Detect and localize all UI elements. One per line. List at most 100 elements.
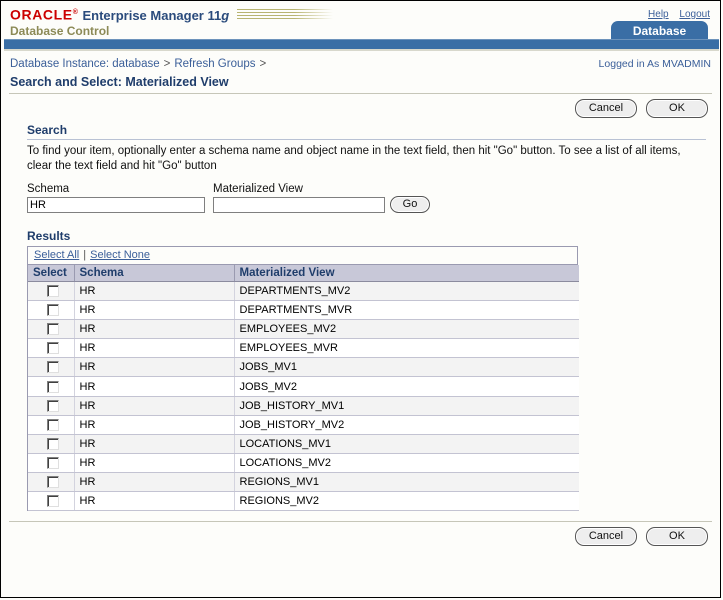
main-content: Search To find your item, optionally ent… [1,123,720,512]
column-header-materialized-view: Materialized View [234,265,579,282]
page-title: Search and Select: Materialized View [10,75,229,89]
schema-input[interactable] [27,197,205,213]
cell-schema: HR [74,434,235,454]
application-window: ORACLE® Enterprise Manager 11g Database … [0,0,721,598]
column-header-select: Select [28,265,75,282]
table-header-row: Select Schema Materialized View [28,265,579,282]
cell-schema: HR [74,357,235,378]
row-checkbox[interactable] [47,361,60,374]
oracle-logo: ORACLE® [10,5,78,23]
ok-button-top[interactable]: OK [646,99,708,118]
tab-database[interactable]: Database [611,21,708,41]
cell-materialized-view: DEPARTMENTS_MV2 [234,281,579,302]
cell-schema: HR [74,453,235,473]
logout-link[interactable]: Logout [679,9,710,20]
row-checkbox[interactable] [47,476,60,489]
search-section-heading: Search [27,123,706,140]
cell-materialized-view: EMPLOYEES_MV2 [234,319,579,340]
row-checkbox[interactable] [47,495,60,508]
cell-materialized-view: LOCATIONS_MV1 [234,434,579,454]
cell-schema: HR [74,491,235,512]
breadcrumb-item-database-instance[interactable]: Database Instance: database [10,58,160,70]
row-checkbox[interactable] [47,285,60,298]
row-checkbox[interactable] [47,304,60,317]
table-row: HR JOB_HISTORY_MV1 [28,396,579,416]
select-links-separator: | [83,249,87,261]
cell-select [28,319,75,340]
go-button[interactable]: Go [390,196,430,213]
mview-field-group: Materialized View [213,182,385,213]
registered-trademark-icon: ® [72,9,79,17]
row-checkbox[interactable] [47,456,60,469]
cell-materialized-view: JOBS_MV2 [234,376,579,397]
cell-schema: HR [74,300,235,321]
cell-materialized-view: DEPARTMENTS_MVR [234,300,579,321]
cell-select [28,357,75,378]
row-checkbox[interactable] [47,399,60,412]
cell-schema: HR [74,319,235,340]
search-description: To find your item, optionally enter a sc… [27,145,681,172]
cell-select [28,415,75,435]
table-row: HR LOCATIONS_MV2 [28,453,579,473]
cell-materialized-view: REGIONS_MV2 [234,491,579,512]
breadcrumb-separator-2: > [259,58,267,70]
table-row: HR JOB_HISTORY_MV2 [28,415,579,435]
cell-materialized-view: REGIONS_MV1 [234,472,579,493]
brand-line: ORACLE® Enterprise Manager 11g [10,6,720,23]
cell-materialized-view: JOB_HISTORY_MV1 [234,396,579,416]
materialized-view-label: Materialized View [213,183,303,195]
top-button-bar: Cancel OK [9,93,712,123]
table-row: HR JOBS_MV1 [28,357,579,378]
cell-materialized-view: JOB_HISTORY_MV2 [234,415,579,435]
cell-materialized-view: EMPLOYEES_MVR [234,338,579,359]
cell-select [28,376,75,397]
select-actions-bar: Select All | Select None [28,247,577,265]
cell-select [28,338,75,359]
logged-in-status: Logged in As MVADMIN [598,58,711,70]
table-row: HR EMPLOYEES_MV2 [28,319,579,340]
ok-button-bottom[interactable]: OK [646,527,708,547]
select-all-link[interactable]: Select All [34,249,79,261]
product-title-text: Enterprise Manager 11 [82,8,222,23]
oracle-wordmark: ORACLE [10,7,73,23]
table-row: HR REGIONS_MV1 [28,472,579,493]
results-table-body: HR DEPARTMENTS_MV2 HR DEPARTMENTS_MVR HR EMPL… [28,281,579,512]
row-checkbox[interactable] [47,418,60,431]
brand-header: ORACLE® Enterprise Manager 11g Database … [1,1,720,41]
breadcrumb-separator: > [163,58,171,70]
cell-schema: HR [74,415,235,435]
column-header-schema: Schema [74,265,235,282]
results-section-heading: Results [27,229,71,243]
select-none-link[interactable]: Select None [90,249,150,261]
materialized-view-input[interactable] [213,197,385,213]
cell-schema: HR [74,376,235,397]
help-link[interactable]: Help [648,9,669,20]
cell-schema: HR [74,338,235,359]
content-bottom-spacer [1,511,720,521]
table-row: HR JOBS_MV2 [28,376,579,397]
search-form: Schema Materialized View Go [27,182,706,213]
schema-label: Schema [27,183,70,195]
bottom-button-bar: Cancel OK [9,521,712,551]
cell-select [28,491,75,512]
cancel-button-top[interactable]: Cancel [574,99,637,118]
go-button-wrapper: Go [385,196,430,213]
breadcrumb-item-refresh-groups[interactable]: Refresh Groups [174,58,255,70]
cell-schema: HR [74,472,235,493]
table-row: HR EMPLOYEES_MVR [28,338,579,359]
row-checkbox[interactable] [47,437,60,450]
product-version-g: g [221,8,230,23]
stripe-decoration-icon [237,9,334,21]
product-title: Enterprise Manager 11g [82,8,229,23]
cell-materialized-view: LOCATIONS_MV2 [234,453,579,473]
cell-select [28,453,75,473]
header-links: Help Logout [640,9,710,20]
results-panel: Select All | Select None Select Schema Mat… [27,246,579,512]
breadcrumb-zone: Database Instance: database > Refresh Grou… [1,51,720,93]
cancel-button-bottom[interactable]: Cancel [574,527,637,547]
results-table-head: Select Schema Materialized View [28,265,579,282]
cell-schema: HR [74,281,235,302]
row-checkbox[interactable] [47,342,60,355]
row-checkbox[interactable] [47,380,60,393]
row-checkbox[interactable] [47,323,60,336]
